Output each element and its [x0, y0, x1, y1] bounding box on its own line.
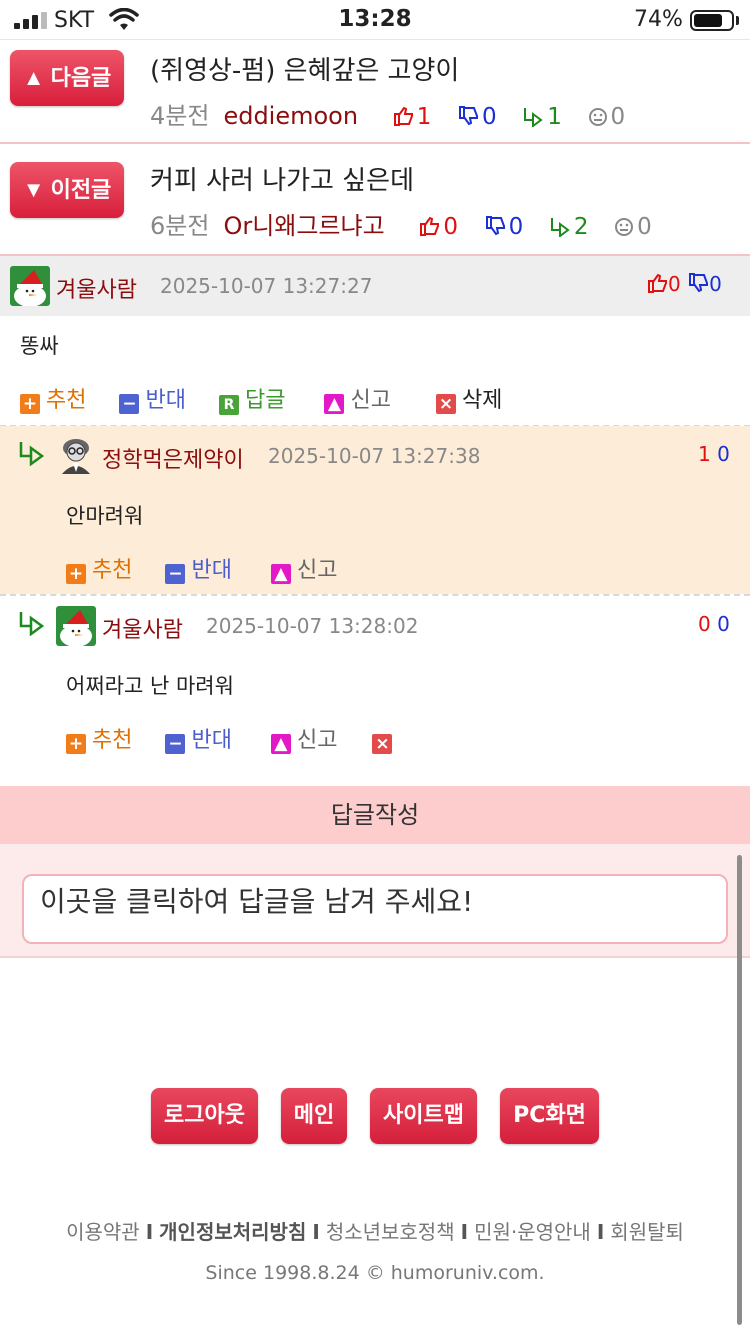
recommend-button[interactable]: + 추천	[66, 552, 132, 584]
delete-button[interactable]: ×	[372, 728, 398, 754]
post-author[interactable]: eddiemoon	[223, 102, 358, 130]
footer-links: 이용약관 I 개인정보처리방침 I 청소년보호정책 I 민원·운영안내 I 회원탈퇴	[66, 1220, 684, 1244]
reply-button[interactable]: R 답글	[218, 382, 285, 415]
emotion-count: 0	[614, 214, 652, 240]
youth-policy-link[interactable]: 청소년보호정책	[326, 1220, 455, 1244]
minus-icon: −	[165, 734, 186, 754]
pc-view-button[interactable]: PC화면	[500, 1088, 599, 1144]
next-post-button[interactable]: ▲ 다음글	[10, 50, 124, 106]
recommend-button[interactable]: + 추천	[66, 722, 132, 754]
avatar[interactable]	[56, 434, 96, 474]
post-age: 4분전	[150, 102, 210, 130]
next-post-title[interactable]: (쥐영상-펌) 은혜갚은 고양이	[150, 50, 459, 87]
reply-count: 1	[522, 104, 562, 130]
comment-votes: 0 0	[698, 612, 730, 636]
snowman-avatar-icon	[10, 266, 50, 306]
status-bar: SKT 13:28 74%	[0, 0, 750, 40]
smiley-icon	[588, 108, 607, 126]
reply-count: 2	[549, 214, 589, 240]
thumbs-up-icon	[420, 216, 440, 236]
prev-post-row[interactable]: ▼ 이전글 커피 사러 나가고 싶은데 6분전 Or니왜그르냐고 0 0 2 0	[0, 150, 750, 256]
comment-header: 겨울사람 2025-10-07 13:27:27 0 0	[0, 256, 750, 316]
report-button[interactable]: ▲ 신고	[270, 722, 337, 754]
reply-comment: 정학먹은제약이 2025-10-07 13:27:38 1 0 안마려워 + 추천…	[0, 426, 750, 594]
comment-body: 똥싸	[20, 334, 59, 358]
prev-post-title[interactable]: 커피 사러 나가고 싶은데	[150, 160, 414, 197]
battery-tip	[736, 16, 739, 25]
plus-icon: +	[66, 734, 86, 754]
commenter-name[interactable]: 겨울사람	[102, 612, 183, 644]
reply-form-header: 답글작성	[0, 786, 750, 844]
reply-arrow-icon	[19, 612, 45, 636]
recommend-button[interactable]: + 추천	[20, 382, 86, 414]
privacy-link[interactable]: 개인정보처리방침	[159, 1220, 306, 1244]
siren-icon: ▲	[270, 734, 291, 754]
minus-icon: −	[119, 394, 140, 414]
comment-date: 2025-10-07 13:28:02	[206, 614, 419, 638]
emotion-count: 0	[588, 104, 625, 130]
plus-icon: +	[66, 564, 86, 584]
report-button[interactable]: ▲ 신고	[324, 382, 391, 414]
copyright: Since 1998.8.24 © humoruniv.com.	[205, 1262, 545, 1284]
battery-icon	[690, 10, 734, 31]
comment-date: 2025-10-07 13:27:27	[160, 274, 373, 298]
comment-actions: + 추천 − 반대 ▲ 신고	[66, 552, 363, 584]
comment-actions: + 추천 − 반대 ▲ 신고 ×	[66, 722, 424, 754]
commenter-name[interactable]: 겨울사람	[56, 272, 137, 304]
delete-button[interactable]: × 삭제	[435, 382, 502, 414]
prev-post-meta: 6분전 Or니왜그르냐고 0 0 2 0	[150, 206, 652, 241]
comment-votes: 0 0	[646, 272, 722, 296]
downvote-count: 0	[457, 104, 497, 130]
withdraw-link[interactable]: 회원탈퇴	[610, 1220, 684, 1244]
main-button[interactable]: 메인	[281, 1088, 347, 1144]
minus-icon: −	[165, 564, 186, 584]
thumbs-down-icon	[458, 106, 478, 126]
reply-r-icon: R	[218, 395, 239, 415]
doctor-avatar-icon	[56, 434, 96, 474]
comment-votes: 1 0	[698, 442, 730, 466]
scrollbar[interactable]	[737, 855, 742, 1325]
oppose-button[interactable]: − 반대	[165, 552, 232, 584]
reply-arrow-icon	[19, 442, 45, 466]
next-post-meta: 4분전 eddiemoon 1 0 1 0	[150, 96, 625, 131]
logout-button[interactable]: 로그아웃	[151, 1088, 258, 1144]
thumbs-up-icon	[393, 106, 413, 126]
avatar[interactable]	[10, 266, 50, 306]
comment-actions: + 추천 − 반대 R 답글 ▲ 신고 × 삭제	[20, 382, 528, 415]
commenter-name[interactable]: 정학먹은제약이	[102, 442, 244, 474]
close-icon: ×	[435, 394, 456, 414]
reply-arrow-icon	[524, 108, 543, 127]
upvote-count: 0	[418, 214, 458, 240]
comment-body: 어쩌라고 난 마려워	[66, 674, 234, 698]
siren-icon: ▲	[270, 564, 291, 584]
plus-icon: +	[20, 394, 40, 414]
reply-comment: 겨울사람 2025-10-07 13:28:02 0 0 어쩌라고 난 마려워 …	[0, 596, 750, 764]
report-button[interactable]: ▲ 신고	[270, 552, 337, 584]
reply-form: 이곳을 클릭하여 답글을 남겨 주세요!	[0, 844, 750, 958]
terms-link[interactable]: 이용약관	[66, 1220, 140, 1244]
comment-body: 안마려워	[66, 504, 144, 528]
comment-date: 2025-10-07 13:27:38	[268, 444, 481, 468]
reply-arrow-icon	[550, 218, 570, 237]
upvote-count: 1	[392, 104, 431, 130]
oppose-button[interactable]: − 반대	[119, 382, 186, 414]
prev-post-button[interactable]: ▼ 이전글	[10, 162, 124, 218]
reply-input[interactable]: 이곳을 클릭하여 답글을 남겨 주세요!	[22, 874, 728, 944]
downvote-count: 0	[484, 214, 523, 240]
post-age: 6분전	[150, 212, 210, 240]
thumbs-down-icon	[689, 273, 709, 293]
oppose-button[interactable]: − 반대	[165, 722, 232, 754]
thumbs-up-icon	[648, 273, 667, 293]
close-icon: ×	[372, 734, 393, 754]
smiley-icon	[615, 218, 634, 236]
thumbs-down-icon	[485, 216, 505, 236]
snowman-avatar-icon	[56, 606, 96, 646]
avatar[interactable]	[56, 606, 96, 646]
post-author[interactable]: Or니왜그르냐고	[223, 212, 384, 240]
sitemap-button[interactable]: 사이트맵	[370, 1088, 477, 1144]
support-link[interactable]: 민원·운영안내	[474, 1220, 591, 1244]
battery-percent: 74%	[634, 7, 683, 32]
next-post-row[interactable]: ▲ 다음글 (쥐영상-펌) 은혜갚은 고양이 4분전 eddiemoon 1 0 …	[0, 40, 750, 144]
siren-icon: ▲	[324, 394, 345, 414]
